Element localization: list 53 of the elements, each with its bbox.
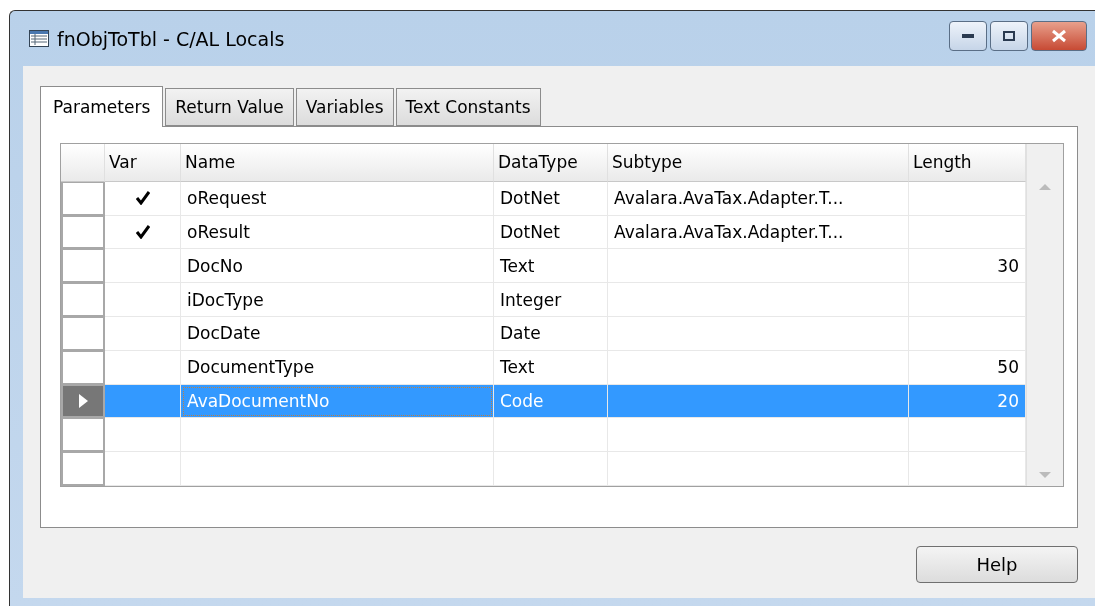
check-icon	[135, 191, 150, 206]
table-cell: oRequest	[181, 181, 494, 216]
column-header[interactable]: Name	[181, 144, 494, 182]
tab[interactable]: Text Constants	[395, 88, 541, 126]
row-selector[interactable]	[61, 350, 105, 385]
check-icon	[135, 224, 150, 239]
close-icon	[1051, 28, 1067, 43]
table-cell: Avalara.AvaTax.Adapter.T...	[608, 215, 909, 250]
row-selector[interactable]	[61, 384, 105, 419]
table-cell: Text	[494, 350, 608, 385]
row-selector[interactable]	[61, 418, 105, 453]
row-selector[interactable]	[61, 316, 105, 351]
table-cell: Text	[494, 249, 608, 284]
table-cell: 50	[909, 350, 1026, 385]
table-cell: oResult	[181, 215, 494, 250]
column-header[interactable]: Subtype	[608, 144, 909, 182]
row-selector[interactable]	[61, 181, 105, 216]
scroll-up-icon[interactable]	[1039, 184, 1051, 190]
minimize-icon	[962, 33, 974, 38]
table-cell: Avalara.AvaTax.Adapter.T...	[608, 181, 909, 216]
table-icon	[29, 30, 49, 47]
help-button[interactable]: Help	[916, 546, 1078, 583]
table-cell: DocumentType	[181, 350, 494, 385]
close-button[interactable]	[1031, 20, 1087, 51]
table-cell: Date	[494, 316, 608, 351]
table-cell: AvaDocumentNo	[181, 384, 494, 419]
column-header[interactable]: DataType	[494, 144, 608, 182]
table-cell: DotNet	[494, 215, 608, 250]
scroll-down-icon[interactable]	[1039, 472, 1051, 478]
tab[interactable]: Return Value	[165, 88, 294, 126]
window-title: fnObjToTbl - C/AL Locals	[57, 27, 286, 50]
column-header[interactable]: Var	[105, 144, 181, 182]
row-selector[interactable]	[61, 452, 105, 486]
column-header[interactable]: Length	[909, 144, 1026, 182]
table-cell: DocNo	[181, 249, 494, 284]
table-cell: 30	[909, 249, 1026, 284]
table-cell: Integer	[494, 283, 608, 317]
vertical-scrollbar[interactable]	[1026, 144, 1063, 486]
table-cell: 20	[909, 384, 1026, 419]
row-selector[interactable]	[61, 215, 105, 250]
row-selector[interactable]	[61, 249, 105, 284]
table-cell: DotNet	[494, 181, 608, 216]
maximize-button[interactable]	[990, 20, 1028, 51]
table-cell: iDocType	[181, 283, 494, 317]
tab[interactable]: Variables	[295, 88, 394, 126]
minimize-button[interactable]	[949, 20, 987, 51]
tab[interactable]: Parameters	[40, 86, 164, 127]
maximize-icon	[1003, 30, 1015, 41]
row-selector[interactable]	[61, 283, 105, 317]
table-cell: DocDate	[181, 316, 494, 351]
row-pointer-icon	[78, 393, 88, 408]
header-corner	[61, 144, 105, 182]
table-cell: Code	[494, 384, 608, 419]
